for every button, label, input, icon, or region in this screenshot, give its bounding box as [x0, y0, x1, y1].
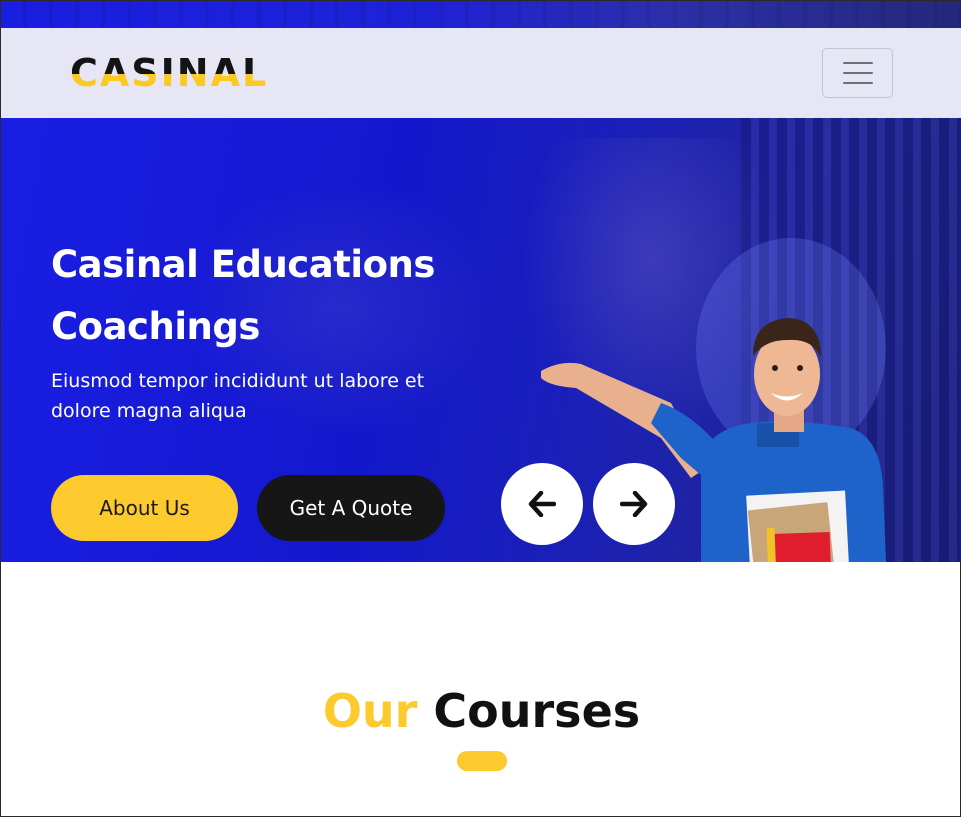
hamburger-menu-icon	[842, 62, 873, 64]
hamburger-menu-button[interactable]	[822, 48, 893, 98]
get-a-quote-button[interactable]: Get A Quote	[257, 475, 445, 541]
hamburger-menu-icon	[842, 82, 873, 84]
brand-logo[interactable]: CASINAL	[70, 51, 268, 95]
about-us-button[interactable]: About Us	[51, 475, 238, 541]
hamburger-menu-icon	[842, 72, 873, 74]
hero-subtitle: Eiusmod tempor incididunt ut labore et d…	[51, 370, 425, 422]
section-title-courses: Our Courses	[1, 681, 961, 741]
student-illustration	[541, 238, 886, 562]
title-highlight: Our	[322, 684, 418, 738]
navbar: CASINAL	[1, 28, 961, 118]
title-underline-pill	[457, 751, 507, 771]
hero-title: Casinal Educations Coachings	[51, 243, 435, 348]
title-rest: Courses	[433, 684, 641, 738]
hero-slider: Casinal Educations Coachings Eiusmod tem…	[1, 118, 961, 562]
top-banner-strip	[1, 1, 961, 28]
